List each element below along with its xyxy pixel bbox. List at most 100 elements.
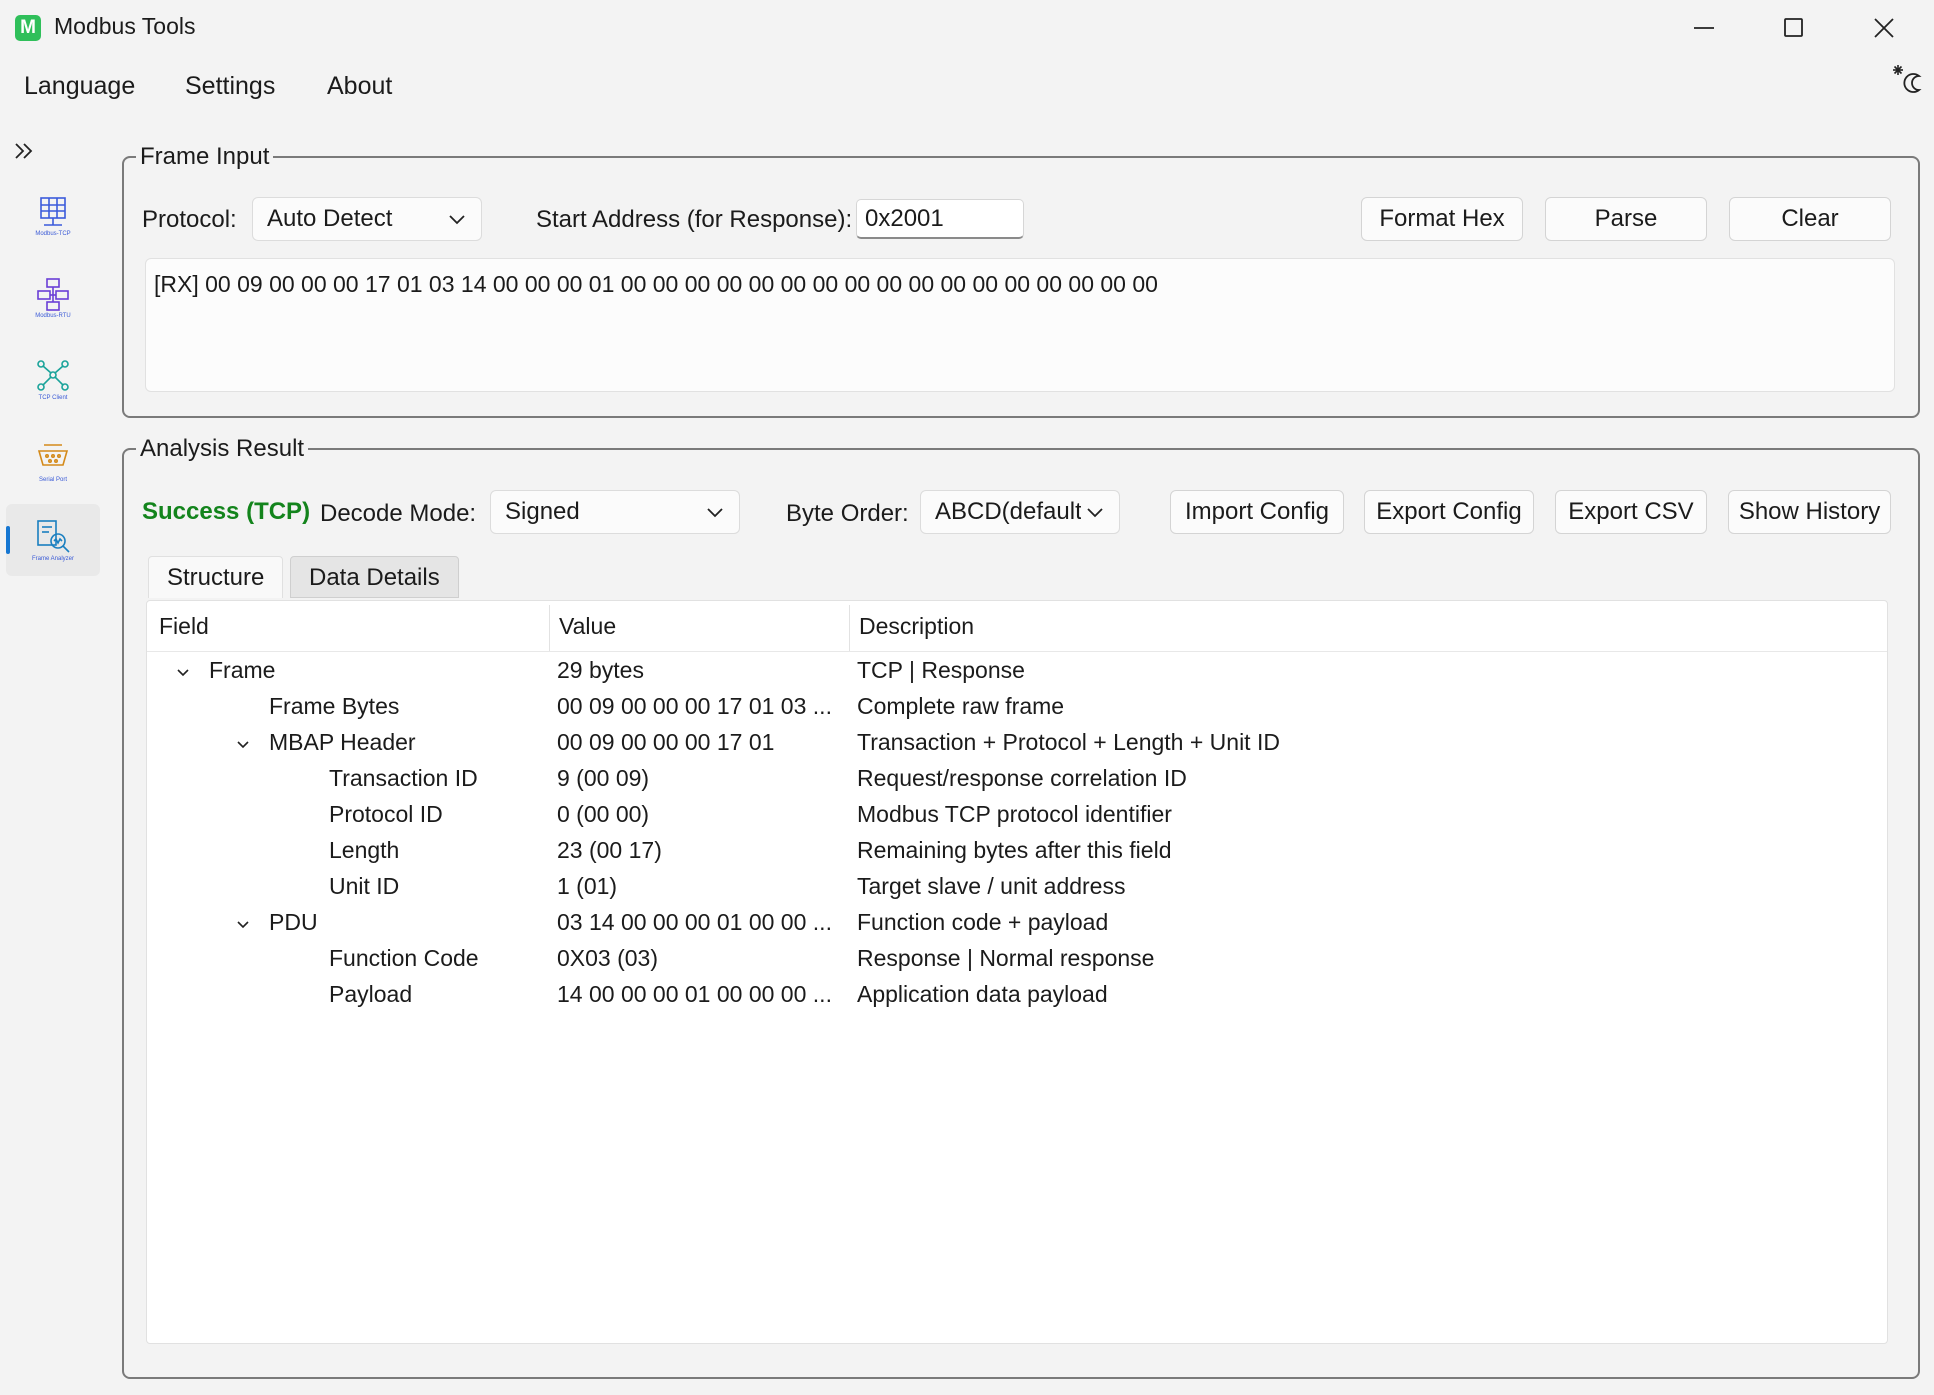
byte-order-value: ABCD(default) (935, 498, 1090, 525)
theme-toggle-button[interactable] (1892, 62, 1924, 94)
import-config-button[interactable]: Import Config (1170, 490, 1344, 534)
frame-input-title: Frame Input (136, 143, 274, 171)
start-address-input[interactable]: 0x2001 (856, 199, 1024, 239)
nav-label: TCP Client (38, 395, 68, 401)
value-cell: 0 (00 00) (557, 801, 650, 827)
close-icon (1874, 18, 1894, 38)
column-separator[interactable] (849, 605, 850, 651)
theme-toggle-icon (1893, 65, 1922, 93)
start-address-label: Start Address (for Response): (536, 206, 853, 233)
field-cell: Frame (209, 657, 276, 683)
field-cell: Protocol ID (329, 801, 443, 827)
nav-modbus-tcp[interactable]: Modbus-TCP (6, 180, 100, 252)
field-cell: PDU (269, 909, 318, 935)
protocol-select-value: Auto Detect (267, 205, 393, 232)
close-button[interactable] (1844, 0, 1924, 56)
column-header-description[interactable]: Description (859, 613, 974, 640)
tree-row[interactable]: Frame 29 bytes TCP | Response (147, 653, 1887, 689)
frame-input-textarea[interactable]: [RX] 00 09 00 00 00 17 01 03 14 00 00 00… (145, 258, 1895, 392)
nav-frame-analyzer[interactable]: Frame Analyzer (6, 504, 100, 576)
chevron-down-icon (449, 215, 465, 225)
protocol-select[interactable]: Auto Detect (252, 197, 482, 241)
description-cell: Request/response correlation ID (857, 765, 1187, 791)
column-header-value[interactable]: Value (559, 613, 616, 640)
parse-button[interactable]: Parse (1545, 197, 1707, 241)
decode-mode-label: Decode Mode: (320, 500, 477, 527)
grid-network-icon (40, 197, 66, 226)
value-cell: 9 (00 09) (557, 765, 650, 791)
description-cell: Remaining bytes after this field (857, 837, 1172, 863)
tree-row[interactable]: MBAP Header 00 09 00 00 00 17 01 Transacti… (147, 725, 1887, 761)
minimize-icon (1694, 27, 1714, 29)
rtu-network-icon (37, 278, 69, 311)
description-cell: Modbus TCP protocol identifier (857, 801, 1172, 827)
tree-row[interactable]: Payload 14 00 00 00 01 00 00 00 ... Applic… (147, 977, 1887, 1013)
column-header-field[interactable]: Field (159, 613, 209, 640)
window-title: Modbus Tools (54, 13, 196, 39)
chevron-down-icon[interactable] (235, 732, 255, 752)
field-cell: Payload (329, 981, 413, 1007)
double-chevron-right-icon (15, 143, 33, 159)
menu-language[interactable]: Language (24, 72, 135, 101)
tree-row[interactable]: Frame Bytes 00 09 00 00 00 17 01 03 ... Co… (147, 689, 1887, 725)
nav-label: Modbus-RTU (35, 313, 71, 319)
description-cell: Transaction + Protocol + Length + Unit I… (857, 729, 1280, 755)
column-separator[interactable] (549, 605, 550, 651)
show-history-button[interactable]: Show History (1728, 490, 1891, 534)
maximize-button[interactable] (1754, 0, 1834, 56)
format-hex-button[interactable]: Format Hex (1361, 197, 1523, 241)
minimize-button[interactable] (1664, 0, 1744, 56)
field-cell: Length (329, 837, 400, 863)
byte-order-select[interactable]: ABCD(default) (920, 490, 1120, 534)
field-cell: Unit ID (329, 873, 400, 899)
description-cell: TCP | Response (857, 657, 1025, 683)
tab-data-details[interactable]: Data Details (290, 556, 459, 598)
nav-label: Modbus-TCP (35, 231, 71, 237)
field-cell: Function Code (329, 945, 479, 971)
tree-row[interactable]: Protocol ID 0 (00 00) Modbus TCP protocol … (147, 797, 1887, 833)
tree-row[interactable]: Length 23 (00 17) Remaining bytes after th… (147, 833, 1887, 869)
client-network-icon (37, 360, 69, 391)
title-bar: M Modbus Tools (0, 0, 1934, 56)
maximize-icon (1784, 18, 1803, 37)
description-cell: Response | Normal response (857, 945, 1155, 971)
chevron-down-icon[interactable] (235, 912, 255, 932)
value-cell: 03 14 00 00 00 01 00 00 ... (557, 909, 832, 935)
nav-label: Serial Port (38, 477, 67, 483)
tree-row[interactable]: Function Code 0X03 (03) Response | Normal … (147, 941, 1887, 977)
nav-tcp-client[interactable]: TCP Client (6, 344, 100, 416)
value-cell: 23 (00 17) (557, 837, 662, 863)
export-csv-button[interactable]: Export CSV (1555, 490, 1707, 534)
expand-nav-button[interactable] (12, 138, 42, 168)
value-cell: 0X03 (03) (557, 945, 659, 971)
chevron-down-icon[interactable] (175, 660, 195, 680)
value-cell: 00 09 00 00 00 17 01 03 ... (557, 693, 832, 719)
frame-analyzer-icon (37, 520, 70, 553)
decode-mode-select[interactable]: Signed (490, 490, 740, 534)
analysis-result-title: Analysis Result (136, 435, 309, 463)
status-badge: Success (TCP) (142, 498, 311, 525)
tree-row[interactable]: Unit ID 1 (01) Target slave / unit address (147, 869, 1887, 905)
tree-row[interactable]: PDU 03 14 00 00 00 01 00 00 ... Function c… (147, 905, 1887, 941)
tree-row[interactable]: Transaction ID 9 (00 09) Request/response … (147, 761, 1887, 797)
byte-order-label: Byte Order: (786, 500, 909, 527)
clear-button[interactable]: Clear (1729, 197, 1891, 241)
menu-settings[interactable]: Settings (185, 72, 275, 101)
value-cell: 29 bytes (557, 657, 644, 683)
nav-serial-port[interactable]: Serial Port (6, 426, 100, 498)
tab-structure[interactable]: Structure (148, 556, 284, 598)
value-cell: 1 (01) (557, 873, 618, 899)
value-cell: 14 00 00 00 01 00 00 00 ... (557, 981, 832, 1007)
menu-about[interactable]: About (327, 72, 392, 101)
decode-mode-value: Signed (505, 498, 580, 525)
field-cell: Transaction ID (329, 765, 478, 791)
description-cell: Target slave / unit address (857, 873, 1126, 899)
description-cell: Complete raw frame (857, 693, 1065, 719)
chevron-down-icon (707, 508, 723, 518)
tree-header: Field Value Description (147, 601, 1887, 652)
field-cell: Frame Bytes (269, 693, 400, 719)
export-config-button[interactable]: Export Config (1364, 490, 1534, 534)
nav-modbus-rtu[interactable]: Modbus-RTU (6, 262, 100, 334)
serial-port-icon (37, 444, 69, 466)
menu-bar: Language Settings About (0, 64, 1934, 112)
